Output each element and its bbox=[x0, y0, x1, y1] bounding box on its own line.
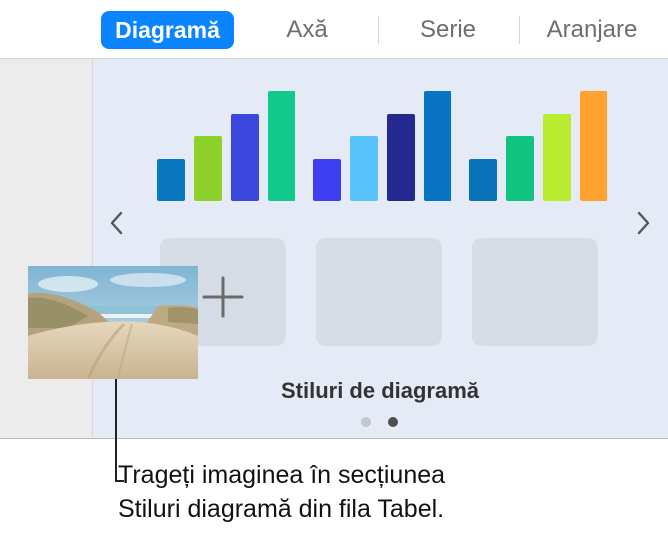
chevron-right-icon[interactable] bbox=[632, 210, 654, 236]
page-dot-2[interactable] bbox=[388, 417, 398, 427]
dragged-photo[interactable] bbox=[28, 266, 198, 379]
tab-separator bbox=[519, 16, 520, 44]
beach-dunes-image bbox=[28, 266, 198, 379]
style-bar bbox=[313, 159, 341, 201]
callout-line bbox=[115, 379, 117, 481]
format-tab-bar: Diagramă Axă Serie Aranjare bbox=[0, 0, 668, 59]
style-bar bbox=[424, 91, 451, 201]
callout-line-2: Stiluri diagramă din fila Tabel. bbox=[118, 495, 445, 523]
tab-axis[interactable]: Axă bbox=[262, 11, 352, 49]
chart-style-well-2[interactable] bbox=[316, 238, 442, 346]
style-bar bbox=[194, 136, 222, 201]
tab-separator bbox=[378, 16, 379, 44]
callout-text: Trageți imaginea în secțiunea Stiluri di… bbox=[118, 458, 638, 526]
chart-style-3[interactable] bbox=[467, 85, 607, 207]
style-bar bbox=[506, 136, 534, 201]
style-bar bbox=[580, 91, 607, 201]
style-bar bbox=[157, 159, 185, 201]
callout-line-1: Trageți imaginea în secțiunea bbox=[118, 461, 446, 489]
chart-style-well-3[interactable] bbox=[472, 238, 598, 346]
tab-chart[interactable]: Diagramă bbox=[101, 11, 234, 49]
chart-style-2[interactable] bbox=[311, 85, 451, 207]
chart-styles-title: Stiluri de diagramă bbox=[280, 378, 480, 403]
window-bottom-border bbox=[0, 438, 668, 439]
style-bar bbox=[543, 114, 571, 201]
tab-arrange[interactable]: Aranjare bbox=[532, 11, 652, 49]
tab-series[interactable]: Serie bbox=[398, 11, 498, 49]
plus-icon bbox=[202, 276, 244, 318]
style-bar bbox=[231, 114, 259, 201]
style-bar bbox=[268, 91, 295, 201]
style-bar bbox=[387, 114, 415, 201]
style-bar bbox=[350, 136, 378, 201]
style-bar bbox=[469, 159, 497, 201]
chevron-left-icon[interactable] bbox=[106, 210, 128, 236]
chart-style-1[interactable] bbox=[155, 85, 295, 207]
page-dot-1[interactable] bbox=[361, 417, 371, 427]
